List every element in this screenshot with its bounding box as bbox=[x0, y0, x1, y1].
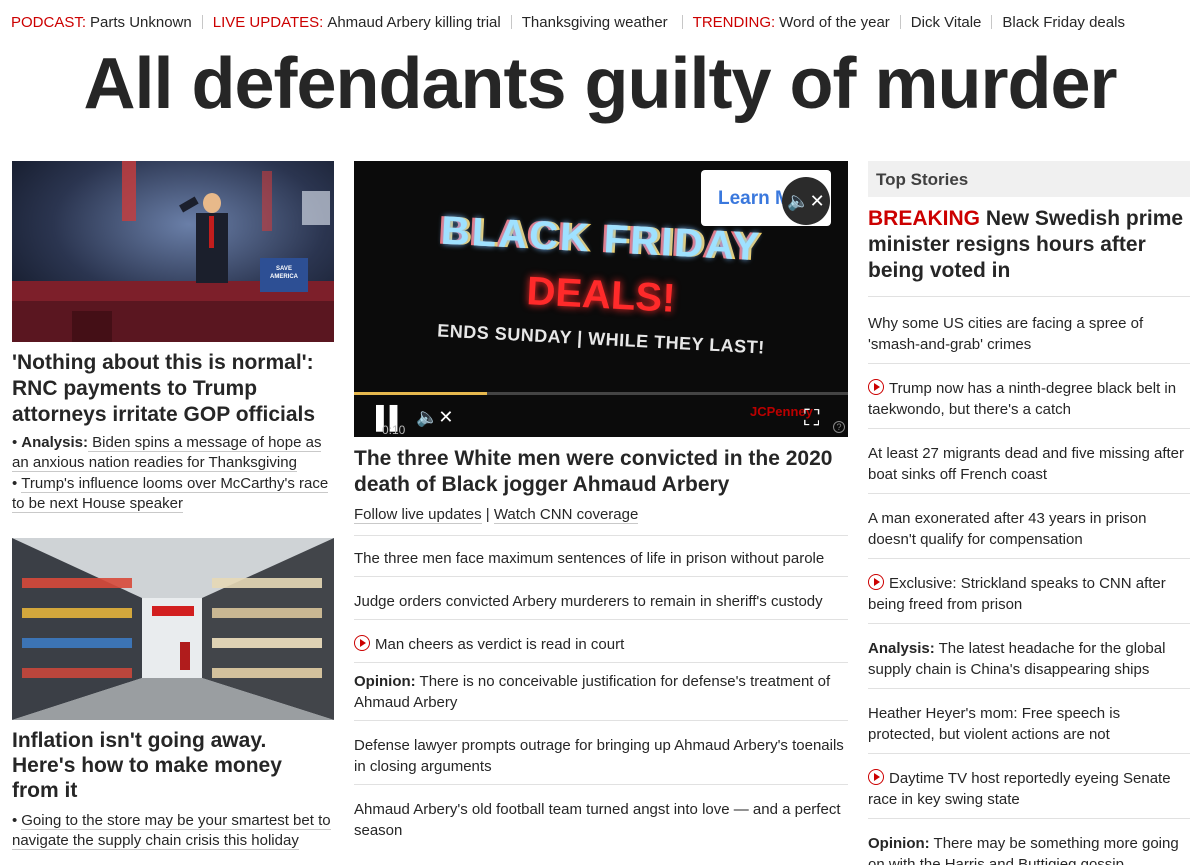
topbar-item-thanksgiving-weather[interactable]: Thanksgiving weather bbox=[522, 14, 668, 31]
list-item-text: At least 27 migrants dead and five missi… bbox=[868, 445, 1184, 483]
topbar-text: Black Friday deals bbox=[1002, 13, 1125, 31]
video-progress-fill bbox=[354, 392, 488, 395]
inflation-story-title[interactable]: Inflation isn't going away. Here's how t… bbox=[12, 728, 334, 803]
list-item[interactable]: Ahmaud Arbery's old football team turned… bbox=[354, 785, 848, 841]
opinion-label: Opinion: bbox=[354, 673, 416, 690]
list-item[interactable]: Why some US cities are facing a spree of… bbox=[868, 297, 1190, 364]
list-item[interactable]: Analysis: The latest headache for the gl… bbox=[868, 624, 1190, 689]
list-item[interactable]: Trump now has a ninth-degree black belt … bbox=[868, 364, 1190, 429]
trending-bar: PODCAST: Parts Unknown LIVE UPDATES: Ahm… bbox=[0, 10, 1200, 34]
grocery-aisle-photo bbox=[12, 538, 334, 720]
topbar-text: Dick Vitale bbox=[910, 13, 982, 31]
related-text: Going to the store may be your smartest … bbox=[12, 812, 331, 850]
bullet: • bbox=[12, 475, 18, 492]
rally-banner-text: SAVE AMERICA bbox=[270, 266, 298, 280]
list-item[interactable]: Daytime TV host reportedly eyeing Senate… bbox=[868, 754, 1190, 819]
list-item[interactable]: A man exonerated after 43 years in priso… bbox=[868, 494, 1190, 559]
list-item-text: There is no conceivable justification fo… bbox=[354, 673, 831, 711]
list-item-text: Trump now has a ninth-degree black belt … bbox=[868, 380, 1177, 418]
list-item-text: Defense lawyer prompts outrage for bring… bbox=[354, 737, 844, 775]
list-item[interactable]: Heather Heyer's mom: Free speech is prot… bbox=[868, 689, 1190, 754]
list-item-text: Daytime TV host reportedly eyeing Senate… bbox=[868, 770, 1171, 808]
trump-rally-image[interactable]: SAVE AMERICA bbox=[12, 161, 334, 342]
top-stories-header: Top Stories bbox=[868, 161, 1190, 197]
topbar-text: Thanksgiving weather bbox=[521, 13, 668, 31]
fullscreen-icon[interactable]: ⛶ bbox=[804, 405, 819, 431]
live-updates-link[interactable]: Follow live updates bbox=[354, 506, 482, 524]
topbar-label: TRENDING: bbox=[692, 13, 776, 31]
topbar-item-dick-vitale[interactable]: Dick Vitale bbox=[911, 14, 982, 31]
arbery-links: Follow live updates | Watch CNN coverage bbox=[354, 505, 848, 536]
topbar-label: LIVE UPDATES: bbox=[212, 13, 324, 31]
topbar-divider bbox=[201, 15, 203, 29]
list-item-text: Ahmaud Arbery's old football team turned… bbox=[354, 801, 841, 839]
breaking-label: BREAKING bbox=[868, 207, 981, 230]
list-item[interactable]: Judge orders convicted Arbery murderers … bbox=[354, 577, 848, 620]
video-player[interactable]: BLACK FRIDAY DEALS! ENDS SUNDAY | WHILE … bbox=[354, 161, 848, 437]
list-item[interactable]: Exclusive: Strickland speaks to CNN afte… bbox=[868, 559, 1190, 624]
opinion-label: Opinion: bbox=[868, 835, 930, 852]
list-item-text: The three men face maximum sentences of … bbox=[354, 550, 825, 567]
topbar-divider bbox=[899, 15, 901, 29]
list-item[interactable]: At least 27 migrants dead and five missi… bbox=[868, 429, 1190, 494]
rnc-related-2[interactable]: • Trump's influence looms over McCarthy's… bbox=[12, 474, 334, 514]
list-item[interactable]: Opinion: There is no conceivable justifi… bbox=[354, 663, 848, 721]
topbar-divider bbox=[510, 15, 512, 29]
bullet: • bbox=[12, 434, 18, 451]
top-stories-column: Top Stories BREAKING New Swedish prime m… bbox=[868, 161, 1190, 865]
related-text: Trump's influence looms over McCarthy's … bbox=[12, 475, 329, 513]
breaking-story[interactable]: BREAKING New Swedish prime minister resi… bbox=[868, 206, 1190, 297]
list-item[interactable]: The three men face maximum sentences of … bbox=[354, 536, 848, 577]
trump-rally-photo bbox=[12, 161, 334, 342]
list-item-text: A man exonerated after 43 years in priso… bbox=[868, 510, 1147, 548]
list-item-text: Man cheers as verdict is read in court bbox=[375, 636, 625, 653]
list-item[interactable]: Defense lawyer prompts outrage for bring… bbox=[354, 721, 848, 785]
topbar-item-trending[interactable]: TRENDING: Word of the year bbox=[693, 14, 890, 31]
bullet: • bbox=[12, 812, 18, 829]
play-video-icon bbox=[868, 379, 884, 395]
video-progress-bar[interactable] bbox=[354, 392, 848, 395]
rnc-related-1[interactable]: • Analysis: Biden spins a message of hope… bbox=[12, 433, 334, 473]
play-video-icon bbox=[354, 635, 370, 651]
play-video-icon bbox=[868, 574, 884, 590]
left-column: SAVE AMERICA 'Nothing about this is norm… bbox=[12, 161, 334, 851]
grocery-aisle-image[interactable] bbox=[12, 538, 334, 720]
watch-cnn-link[interactable]: Watch CNN coverage bbox=[493, 506, 639, 524]
arbery-related-list: The three men face maximum sentences of … bbox=[354, 536, 848, 841]
topbar-text: Ahmaud Arbery killing trial bbox=[327, 13, 501, 31]
list-item[interactable]: Opinion: There may be something more goi… bbox=[868, 819, 1190, 865]
list-item-text: Judge orders convicted Arbery murderers … bbox=[354, 593, 823, 610]
analysis-label: Analysis: bbox=[868, 640, 935, 657]
video-time: 0:10 bbox=[382, 423, 406, 437]
arbery-story-title[interactable]: The three White men were convicted in th… bbox=[354, 446, 848, 498]
topbar-text: Word of the year bbox=[779, 13, 890, 31]
list-item-text: Exclusive: Strickland speaks to CNN afte… bbox=[868, 575, 1166, 613]
topbar-label: PODCAST: bbox=[11, 13, 87, 31]
topbar-divider bbox=[681, 15, 683, 29]
play-video-icon bbox=[868, 769, 884, 785]
top-stories-list: Why some US cities are facing a spree of… bbox=[868, 297, 1190, 865]
list-item-text: Why some US cities are facing a spree of… bbox=[868, 315, 1144, 353]
list-item[interactable]: Man cheers as verdict is read in court bbox=[354, 620, 848, 663]
center-column: BLACK FRIDAY DEALS! ENDS SUNDAY | WHILE … bbox=[354, 161, 848, 841]
topbar-item-black-friday[interactable]: Black Friday deals bbox=[1002, 14, 1125, 31]
main-headline[interactable]: All defendants guilty of murder bbox=[0, 40, 1200, 128]
list-item-text: Heather Heyer's mom: Free speech is prot… bbox=[868, 705, 1121, 743]
topbar-item-podcast[interactable]: PODCAST: Parts Unknown bbox=[11, 14, 192, 31]
topbar-divider bbox=[991, 15, 993, 29]
link-separator: | bbox=[481, 506, 494, 523]
mute-icon[interactable]: 🔈✕ bbox=[416, 407, 454, 428]
help-icon[interactable]: ? bbox=[833, 421, 845, 433]
topbar-text: Parts Unknown bbox=[90, 13, 192, 31]
topbar-item-live-updates[interactable]: LIVE UPDATES: Ahmaud Arbery killing tria… bbox=[213, 14, 501, 31]
analysis-label: Analysis: bbox=[21, 434, 88, 451]
unmute-icon[interactable]: 🔈✕ bbox=[782, 177, 830, 225]
inflation-related-1[interactable]: • Going to the store may be your smartest… bbox=[12, 811, 334, 851]
rnc-story-title[interactable]: 'Nothing about this is normal': RNC paym… bbox=[12, 350, 334, 428]
